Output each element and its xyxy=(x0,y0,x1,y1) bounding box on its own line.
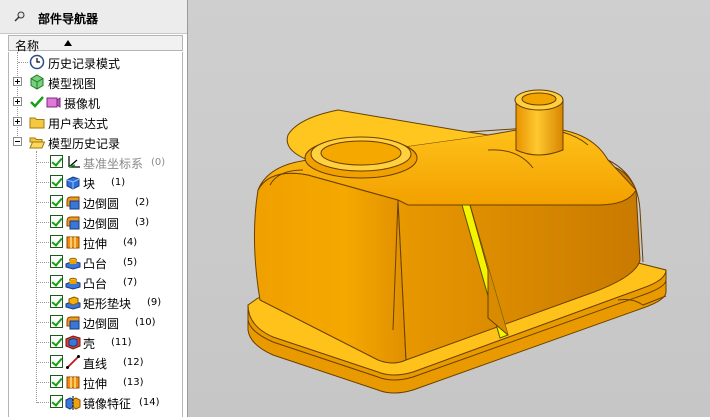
column-header-name[interactable]: 名称 xyxy=(8,35,183,53)
visibility-checkbox[interactable] xyxy=(50,295,63,308)
shell-icon xyxy=(65,334,81,350)
feature-number: (7) xyxy=(123,277,138,288)
feature-number: (2) xyxy=(135,197,150,208)
visibility-checkbox[interactable] xyxy=(50,175,63,188)
feature-row-boss-7[interactable]: 凸台 (7) xyxy=(9,272,182,292)
visibility-checkbox[interactable] xyxy=(50,395,63,408)
folder-open-icon xyxy=(29,134,46,150)
feature-label: 块 xyxy=(83,177,96,191)
tree-item-history-mode[interactable]: 历史记录模式 xyxy=(9,52,182,72)
tree-item-label: 模型历史记录 xyxy=(48,137,121,151)
feature-row-edge-blend-10[interactable]: 边倒圆 (10) xyxy=(9,312,182,332)
boss-icon xyxy=(65,274,81,290)
line-icon xyxy=(65,354,81,370)
feature-row-extrude-13[interactable]: 拉伸 (13) xyxy=(9,372,182,392)
rect-pad-icon xyxy=(65,294,81,310)
feature-number: (3) xyxy=(135,217,150,228)
feature-label: 基准坐标系 xyxy=(83,157,144,171)
feature-number: (9) xyxy=(147,297,162,308)
feature-row-line[interactable]: 直线 (12) xyxy=(9,352,182,372)
feature-number: (0) xyxy=(151,157,166,168)
feature-label: 镜像特征 xyxy=(83,397,132,411)
camera-icon xyxy=(45,94,61,110)
feature-row-edge-blend-2[interactable]: 边倒圆 (2) xyxy=(9,192,182,212)
visibility-checkbox[interactable] xyxy=(50,275,63,288)
graphics-viewport[interactable] xyxy=(188,0,710,417)
navigator-pin-icon[interactable] xyxy=(12,10,26,27)
visibility-checkbox[interactable] xyxy=(50,215,63,228)
feature-label: 直线 xyxy=(83,357,108,371)
feature-number: (5) xyxy=(123,257,138,268)
visibility-checkbox[interactable] xyxy=(50,195,63,208)
expand-icon[interactable] xyxy=(13,117,22,126)
feature-row-boss-5[interactable]: 凸台 (5) xyxy=(9,252,182,272)
feature-label: 拉伸 xyxy=(83,377,108,391)
tree-item-user-expressions[interactable]: 用户表达式 xyxy=(9,112,182,132)
visibility-checkbox[interactable] xyxy=(50,255,63,268)
edge-blend-icon xyxy=(65,214,81,230)
checkmark-icon xyxy=(29,94,45,110)
feature-number: (14) xyxy=(139,397,160,408)
tree-item-model-views[interactable]: 模型视图 xyxy=(9,72,182,92)
feature-row-shell[interactable]: 壳 (11) xyxy=(9,332,182,352)
feature-number: (11) xyxy=(111,337,132,348)
edge-blend-icon xyxy=(65,314,81,330)
feature-row-extrude-4[interactable]: 拉伸 (4) xyxy=(9,232,182,252)
feature-number: (1) xyxy=(111,177,126,188)
visibility-checkbox[interactable] xyxy=(50,335,63,348)
feature-label: 边倒圆 xyxy=(83,197,120,211)
feature-number: (13) xyxy=(123,377,144,388)
folder-icon xyxy=(29,114,45,130)
edge-blend-icon xyxy=(65,194,81,210)
collapse-icon[interactable] xyxy=(13,137,22,146)
tree-item-label: 历史记录模式 xyxy=(48,57,121,71)
visibility-checkbox[interactable] xyxy=(50,235,63,248)
expand-icon[interactable] xyxy=(13,77,22,86)
extrude-icon xyxy=(65,374,81,390)
navigator-tree: 历史记录模式 模型视图 摄像机 用户表达式 模型历史记录 基准坐标系 (0) 块… xyxy=(8,52,183,417)
feature-row-rect-pad[interactable]: 矩形垫块 (9) xyxy=(9,292,182,312)
feature-number: (12) xyxy=(123,357,144,368)
navigator-titlebar: 部件导航器 xyxy=(0,0,187,34)
feature-row-edge-blend-3[interactable]: 边倒圆 (3) xyxy=(9,212,182,232)
sort-ascending-icon xyxy=(64,40,72,46)
boss-icon xyxy=(65,254,81,270)
feature-number: (4) xyxy=(123,237,138,248)
datum-csys-icon xyxy=(65,154,81,170)
part-navigator-panel: 部件导航器 名称 历史记录模式 模型视图 摄像机 用户表达式 模型历史记录 基准… xyxy=(0,0,188,417)
feature-row-mirror-feature[interactable]: 镜像特征 (14) xyxy=(9,392,182,412)
feature-label: 矩形垫块 xyxy=(83,297,132,311)
visibility-checkbox[interactable] xyxy=(50,315,63,328)
feature-label: 拉伸 xyxy=(83,237,108,251)
visibility-checkbox[interactable] xyxy=(50,355,63,368)
model-views-icon xyxy=(29,74,45,90)
tree-item-label: 摄像机 xyxy=(64,97,101,111)
tree-item-model-history[interactable]: 模型历史记录 xyxy=(9,132,182,152)
visibility-checkbox[interactable] xyxy=(50,375,63,388)
block-icon xyxy=(65,174,81,190)
tree-item-cameras[interactable]: 摄像机 xyxy=(9,92,182,112)
feature-label: 凸台 xyxy=(83,277,108,291)
feature-label: 边倒圆 xyxy=(83,317,120,331)
extrude-icon xyxy=(65,234,81,250)
navigator-title: 部件导航器 xyxy=(38,12,99,26)
part-model[interactable] xyxy=(188,0,710,417)
feature-row-datum-csys[interactable]: 基准坐标系 (0) xyxy=(9,152,182,172)
feature-label: 凸台 xyxy=(83,257,108,271)
tree-item-label: 用户表达式 xyxy=(48,117,109,131)
feature-row-block[interactable]: 块 (1) xyxy=(9,172,182,192)
clock-icon xyxy=(29,54,45,70)
feature-label: 边倒圆 xyxy=(83,217,120,231)
tree-item-label: 模型视图 xyxy=(48,77,97,91)
mirror-feature-icon xyxy=(65,394,81,410)
expand-icon[interactable] xyxy=(13,97,22,106)
feature-number: (10) xyxy=(135,317,156,328)
visibility-checkbox[interactable] xyxy=(50,155,63,168)
feature-label: 壳 xyxy=(83,337,96,351)
